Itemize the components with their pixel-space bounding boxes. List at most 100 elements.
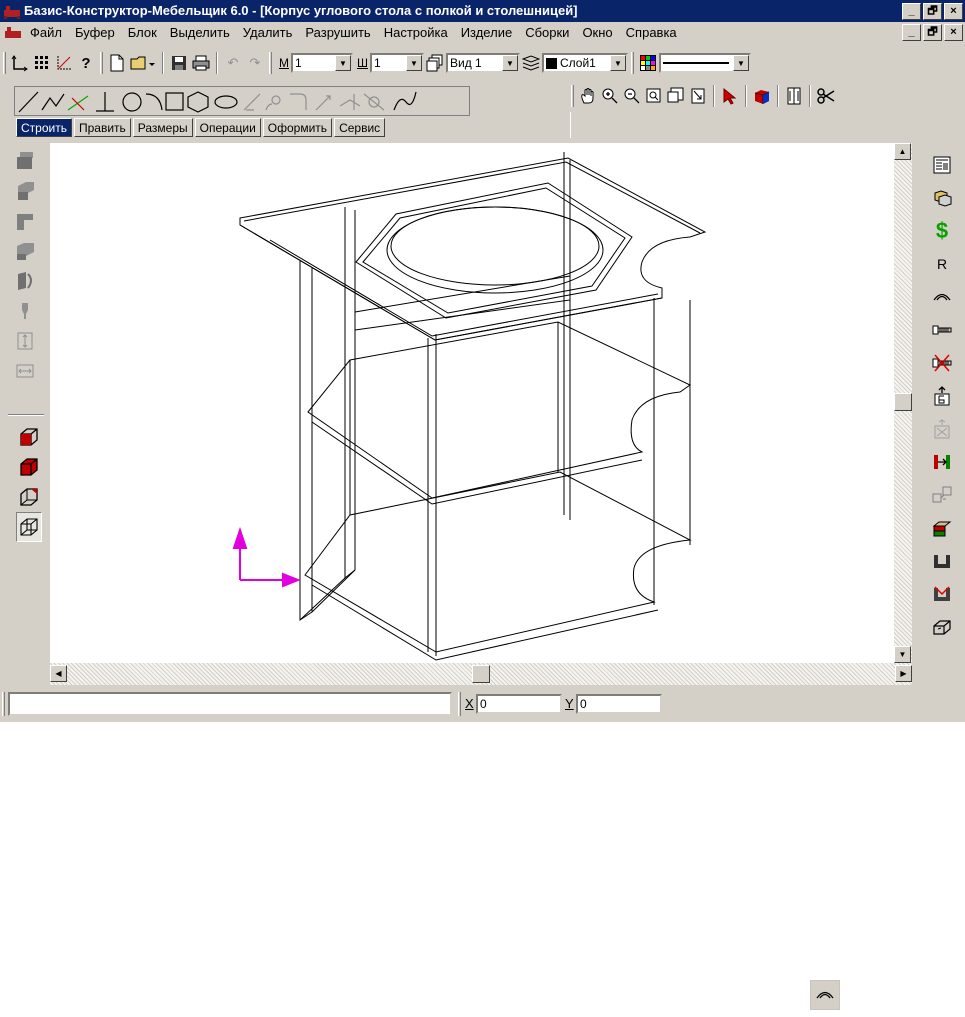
color-palette-icon[interactable] — [637, 52, 659, 74]
menu-select[interactable]: Выделить — [170, 25, 230, 40]
cut-icon[interactable] — [929, 577, 955, 610]
polygon-icon[interactable] — [187, 91, 209, 113]
toolbar-grip[interactable] — [269, 52, 272, 74]
tab-format[interactable]: Оформить — [262, 118, 333, 137]
brush-icon[interactable] — [12, 296, 38, 326]
disabled-export-icon[interactable] — [929, 412, 955, 445]
toolbar-grip[interactable] — [631, 52, 634, 74]
panel-front-icon[interactable] — [12, 146, 38, 176]
spline-icon[interactable] — [393, 91, 417, 111]
vertical-scrollbar[interactable]: ▲ ▼ — [894, 143, 912, 663]
command-line[interactable] — [8, 692, 452, 716]
mdi-minimize-button[interactable]: _ — [902, 24, 921, 41]
pan-hand-icon[interactable] — [577, 85, 599, 107]
cube-wire-icon[interactable] — [16, 512, 42, 542]
x-coord-field[interactable]: 0 — [476, 694, 562, 714]
perpendicular-line-icon[interactable] — [67, 95, 89, 111]
arc-icon[interactable] — [145, 93, 163, 111]
cube-axis-icon[interactable] — [16, 482, 42, 512]
box-icon[interactable] — [929, 610, 955, 643]
drawing-canvas[interactable] — [50, 143, 894, 663]
select-arrow-icon[interactable] — [719, 85, 741, 107]
redo-icon[interactable]: ↷ — [244, 52, 266, 74]
menu-block[interactable]: Блок — [128, 25, 157, 40]
horizontal-scrollbar[interactable]: ◀ ▶ — [50, 663, 912, 685]
shaded-cube-icon[interactable] — [751, 85, 773, 107]
ellipse-icon[interactable] — [214, 95, 238, 109]
close-button[interactable]: × — [944, 3, 963, 20]
tab-edit[interactable]: Править — [73, 118, 131, 137]
normal-icon[interactable] — [96, 92, 114, 112]
tab-dimensions[interactable]: Размеры — [132, 118, 193, 137]
scroll-down-arrow[interactable]: ▼ — [894, 646, 911, 663]
vertical-scroll-thumb[interactable] — [894, 393, 912, 411]
layer-combo[interactable]: Слой1 ▼ — [542, 53, 628, 73]
view-combo[interactable]: Вид 1 ▼ — [446, 53, 520, 73]
toolbar-grip[interactable] — [100, 52, 103, 74]
chamfer-icon[interactable] — [243, 93, 261, 111]
maximize-button[interactable]: 🗗 — [923, 3, 942, 20]
radius-icon[interactable]: R — [929, 247, 955, 280]
mdi-restore-button[interactable]: 🗗 — [923, 24, 942, 41]
cube-front-icon[interactable] — [16, 422, 42, 452]
save-icon[interactable] — [168, 52, 190, 74]
line-icon[interactable] — [18, 91, 39, 113]
tab-operations[interactable]: Операции — [194, 118, 261, 137]
new-file-icon[interactable] — [106, 52, 128, 74]
scroll-left-arrow[interactable]: ◀ — [50, 665, 67, 682]
zoom-all-icon[interactable] — [665, 85, 687, 107]
menu-settings[interactable]: Настройка — [384, 25, 448, 40]
open-folder-icon[interactable] — [128, 52, 158, 74]
horizontal-size-icon[interactable] — [12, 356, 38, 386]
cabinet-icon[interactable] — [783, 85, 805, 107]
panel-curved-icon[interactable] — [12, 266, 38, 296]
linetype-combo[interactable]: ▼ — [659, 53, 751, 73]
title-bar[interactable]: Базис-Конструктор-Мебельщик 6.0 - [Корпу… — [0, 0, 965, 22]
fitting-icon[interactable] — [929, 445, 955, 478]
polyline-icon[interactable] — [41, 93, 65, 111]
fillet-icon[interactable] — [265, 95, 281, 111]
trim-icon[interactable] — [290, 93, 307, 110]
layers-icon[interactable] — [520, 52, 542, 74]
menu-explode[interactable]: Разрушить — [305, 25, 370, 40]
zoom-out-icon[interactable] — [621, 85, 643, 107]
scale-combo[interactable]: 1 ▼ — [291, 53, 353, 73]
horizontal-scroll-thumb[interactable] — [472, 665, 490, 683]
tab-service[interactable]: Сервис — [334, 118, 386, 137]
menu-file[interactable]: Файл — [30, 25, 62, 40]
circle-icon[interactable] — [122, 92, 142, 112]
zoom-previous-icon[interactable] — [687, 85, 709, 107]
linetype-dropdown-arrow[interactable]: ▼ — [733, 55, 749, 71]
layer-dropdown-arrow[interactable]: ▼ — [610, 55, 626, 71]
assembly-icon[interactable] — [929, 478, 955, 511]
export-icon[interactable] — [929, 379, 955, 412]
menu-product[interactable]: Изделие — [461, 25, 512, 40]
scroll-up-arrow[interactable]: ▲ — [894, 143, 911, 160]
panel-side-icon[interactable] — [12, 176, 38, 206]
menu-buffer[interactable]: Буфер — [75, 25, 115, 40]
scroll-right-arrow[interactable]: ▶ — [895, 665, 912, 682]
toolbar-grip[interactable] — [3, 52, 6, 74]
mdi-close-button[interactable]: × — [944, 24, 963, 41]
minimize-button[interactable]: _ — [902, 3, 921, 20]
panel-back-icon[interactable] — [12, 206, 38, 236]
step-dropdown-arrow[interactable]: ▼ — [406, 55, 422, 71]
arc-edge-icon[interactable] — [929, 280, 955, 313]
drawer-icon[interactable] — [929, 511, 955, 544]
scale-dropdown-arrow[interactable]: ▼ — [335, 55, 351, 71]
toolbar-grip[interactable] — [571, 85, 574, 107]
break-icon[interactable] — [339, 94, 361, 110]
axes-icon[interactable] — [9, 52, 31, 74]
y-coord-field[interactable]: 0 — [576, 694, 662, 714]
properties-icon[interactable] — [929, 148, 955, 181]
document-icon[interactable] — [4, 24, 22, 40]
cube-solid-icon[interactable] — [16, 452, 42, 482]
panel-bent-icon[interactable] — [12, 236, 38, 266]
rectangle-icon[interactable] — [165, 92, 184, 111]
extend-icon[interactable] — [315, 95, 331, 111]
menu-window[interactable]: Окно — [582, 25, 612, 40]
dollar-icon[interactable]: $ — [929, 214, 955, 247]
objects-icon[interactable] — [929, 181, 955, 214]
snap-icon[interactable] — [53, 52, 75, 74]
menu-delete[interactable]: Удалить — [243, 25, 293, 40]
